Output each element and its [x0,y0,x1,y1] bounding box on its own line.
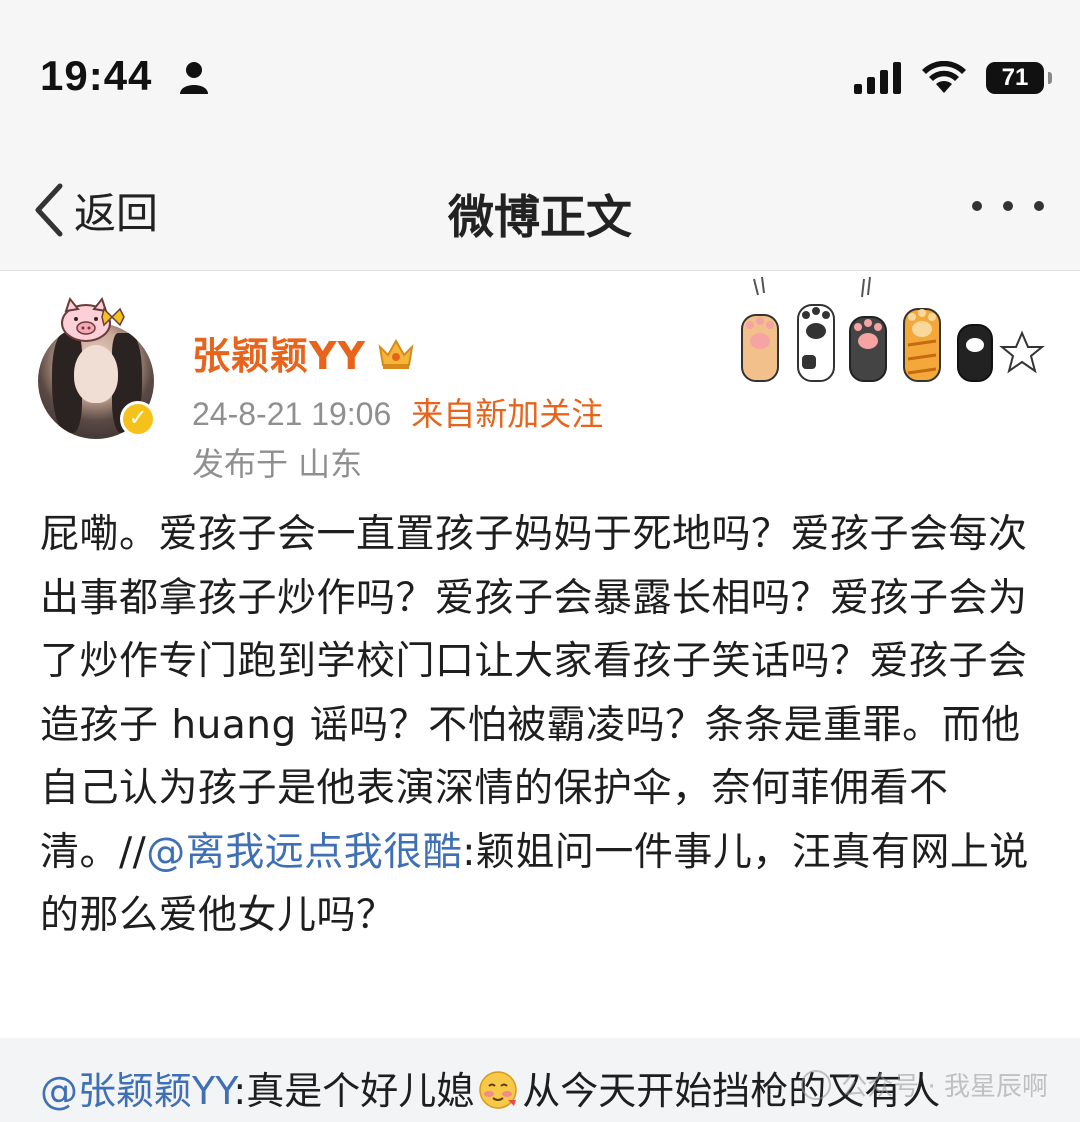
dot [972,201,982,211]
author-row: 张颖颖YY [192,325,416,380]
repost-mention[interactable]: @张颖颖YY [40,1069,233,1113]
crown-icon [378,338,414,369]
post-location: 发布于 山东 [192,445,363,483]
watermark: 公众号 · 我星辰啊 [801,1066,1048,1103]
blushing-face-emoji [479,1071,517,1109]
post-meta: 24-8-21 19:06 来自新加关注 [192,389,603,435]
post-source[interactable]: 来自新加关注 [411,389,603,435]
watermark-text: 公众号 · 我星辰啊 [841,1072,1048,1102]
post-body: 屁嘞。爱孩子会一直置孩子妈妈于死地吗？爱孩子会每次出事都拿孩子炒作吗？爱孩子会暴… [40,503,1050,948]
post-text: 屁嘞。爱孩子会一直置孩子妈妈于死地吗？爱孩子会每次出事都拿孩子炒作吗？爱孩子会暴… [40,512,1028,875]
back-label: 返回 [74,188,159,238]
back-button[interactable]: 返回 [32,177,158,243]
status-indicators: 71 [854,58,1052,98]
page-title: 微博正文 [448,190,632,244]
post-card: ✓ 张颖颖YY 24-8-21 19:06 来自新加关注 发布于 山东 屁嘞。爱… [0,271,1080,1036]
cat-paws-sticker [741,276,1045,382]
battery-icon: 71 [986,62,1052,94]
top-bar: 19:44 71 微博正文 返回 [0,0,1080,271]
nav-bar: 微博正文 返回 [0,165,1080,255]
dot [1003,201,1013,211]
avatar[interactable]: ✓ [38,295,162,439]
status-time: 19:44 [40,52,153,99]
verified-check-icon: ✓ [120,401,156,437]
person-icon [180,62,208,94]
wifi-icon [922,61,966,93]
signal-icon [854,62,901,94]
avatar-face [74,345,118,403]
battery-nub [1048,72,1052,84]
quoted-mention[interactable]: @离我远点我很酷 [146,830,462,875]
repost-text-1: :真是个好儿媳 [233,1069,475,1113]
wechat-icon [801,1069,832,1100]
chevron-left-icon [35,183,63,237]
post-time: 24-8-21 19:06 [192,396,392,432]
dot [1034,201,1044,211]
pig-sticker-icon [61,296,125,342]
author-name[interactable]: 张颖颖YY [192,325,366,380]
battery-level: 71 [1001,64,1029,91]
more-dots-icon[interactable] [972,191,1044,221]
repost-preview[interactable]: @张颖颖YY:真是个好儿媳 从今天开始挡枪的又有人 公众号 · 我星辰啊 [0,1038,1080,1122]
